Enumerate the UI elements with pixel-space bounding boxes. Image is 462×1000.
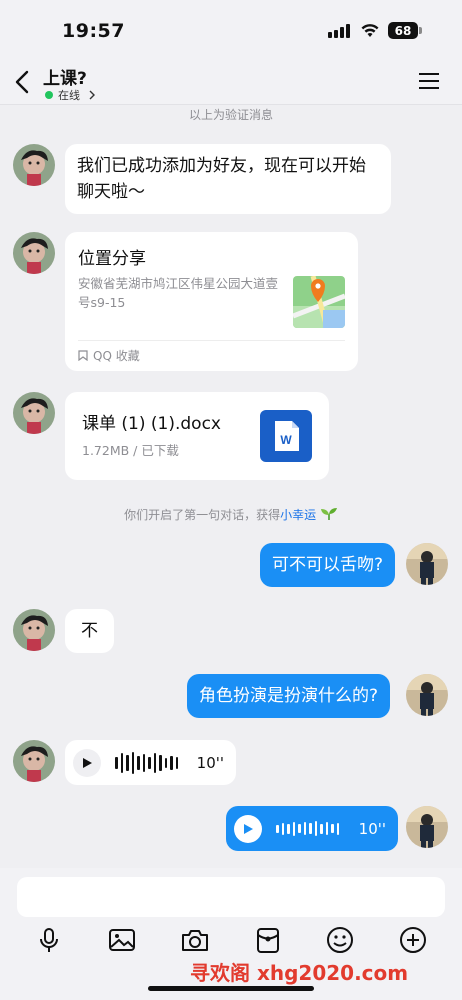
- play-icon[interactable]: [234, 814, 262, 843]
- location-footer: QQ 收藏: [78, 347, 140, 364]
- my-avatar[interactable]: [406, 543, 448, 585]
- chat-header: 上课? 在线: [0, 58, 462, 105]
- battery-nub: [419, 27, 422, 34]
- my-avatar[interactable]: [406, 806, 448, 848]
- contact-avatar[interactable]: [13, 232, 55, 274]
- my-message-bubble[interactable]: 可不可以舌吻?: [260, 543, 396, 587]
- my-voice-message[interactable]: 10'': [226, 806, 398, 851]
- chat-title[interactable]: 上课?: [43, 64, 87, 89]
- map-thumbnail-icon: [293, 276, 345, 328]
- first-chat-text: 你们开启了第一句对话，获得: [124, 508, 281, 522]
- chevron-right-icon: [89, 90, 95, 100]
- file-name: 课单 (1) (1).docx: [82, 414, 221, 434]
- status-time: 19:57: [62, 20, 125, 42]
- location-footer-label: QQ 收藏: [93, 349, 140, 363]
- status-bar: 19:57 68: [0, 0, 462, 58]
- voice-waveform: [115, 750, 178, 776]
- emoji-icon[interactable]: [325, 925, 355, 955]
- online-status[interactable]: 在线: [45, 87, 96, 103]
- location-card[interactable]: 位置分享 安徽省芜湖市鸠江区伟星公园大道壹号s9-15 QQ 收藏: [65, 232, 358, 371]
- menu-icon[interactable]: [418, 72, 440, 90]
- my-avatar[interactable]: [406, 674, 448, 716]
- lucky-link[interactable]: 小幸运: [280, 508, 316, 522]
- voice-duration: 10'': [358, 819, 386, 838]
- signal-icon: [328, 24, 350, 38]
- location-address: 安徽省芜湖市鸠江区伟星公园大道壹号s9-15: [78, 276, 279, 310]
- voice-waveform: [276, 816, 339, 842]
- file-card[interactable]: 课单 (1) (1).docx 1.72MB / 已下载 W: [65, 392, 329, 480]
- back-icon[interactable]: [12, 68, 34, 96]
- message-bubble[interactable]: 不: [65, 609, 114, 653]
- first-chat-note: 你们开启了第一句对话，获得小幸运: [0, 506, 462, 523]
- online-dot-icon: [45, 91, 53, 99]
- voice-duration: 10'': [196, 753, 224, 772]
- message-bubble[interactable]: 我们已成功添加为好友，现在可以开始聊天啦～: [65, 144, 391, 214]
- watermark-text: 寻欢阁 xhg2020.com: [190, 961, 409, 985]
- divider: [78, 340, 345, 341]
- contact-avatar[interactable]: [13, 609, 55, 651]
- contact-avatar[interactable]: [13, 392, 55, 434]
- battery-icon: 68: [388, 22, 418, 39]
- input-area: 寻欢阁 xhg2020.com: [0, 868, 462, 1000]
- wifi-icon: [361, 24, 379, 37]
- voice-message[interactable]: 10'': [65, 740, 236, 785]
- home-indicator[interactable]: [148, 986, 314, 991]
- svg-text:W: W: [280, 433, 292, 447]
- contact-avatar[interactable]: [13, 144, 55, 186]
- contact-avatar[interactable]: [13, 740, 55, 782]
- red-packet-icon[interactable]: [253, 925, 283, 955]
- message-input[interactable]: [17, 877, 445, 917]
- location-title: 位置分享: [78, 249, 146, 269]
- my-message-bubble[interactable]: 角色扮演是扮演什么的?: [187, 674, 391, 718]
- microphone-icon[interactable]: [34, 925, 64, 955]
- plus-icon[interactable]: [398, 925, 428, 955]
- file-meta: 1.72MB / 已下载: [82, 443, 179, 458]
- online-label: 在线: [58, 89, 80, 102]
- image-icon[interactable]: [107, 925, 137, 955]
- camera-icon[interactable]: [180, 925, 210, 955]
- word-document-icon: W: [260, 410, 312, 462]
- sprout-icon: [320, 508, 337, 520]
- verify-note: 以上为验证消息: [188, 108, 273, 122]
- play-icon[interactable]: [73, 748, 101, 777]
- bookmark-icon: [78, 350, 88, 361]
